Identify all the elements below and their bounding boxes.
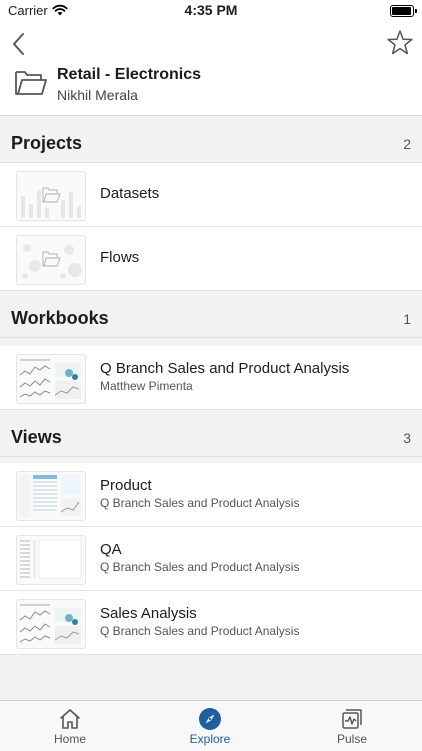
list-item-view-sales-analysis[interactable]: Sales Analysis Q Branch Sales and Produc… [0,591,422,655]
status-bar: Carrier 4:35 PM [0,0,422,24]
project-header: Retail - Electronics Nikhil Merala [0,62,422,114]
list-item-title: QA [100,541,122,558]
dashboard-preview [19,604,81,644]
tab-home[interactable]: Home [0,701,140,751]
list-item-subtitle: Q Branch Sales and Product Analysis [100,624,300,638]
tab-label: Pulse [336,732,368,746]
list-item-workbook[interactable]: Q Branch Sales and Product Analysis Matt… [0,346,422,410]
tab-label: Explore [189,732,231,746]
nav-bar [0,26,422,62]
list-item-title: Q Branch Sales and Product Analysis [100,360,350,377]
favorite-star-icon[interactable] [386,28,414,58]
table-preview [19,475,81,517]
list-item-title: Sales Analysis [100,605,197,622]
battery-nub [415,9,417,13]
view-thumbnail [16,599,86,649]
back-chevron-icon[interactable] [8,30,32,58]
tab-label: Home [53,732,86,746]
projects-section-header: Projects 2 [0,116,422,163]
tab-bar: Home Explore Pulse [0,700,422,751]
battery-fill [392,7,411,15]
list-item-datasets[interactable]: Datasets [0,163,422,227]
explore-compass-icon [199,708,221,730]
tab-pulse[interactable]: Pulse [282,701,422,751]
list-item-subtitle: Q Branch Sales and Product Analysis [100,560,300,574]
tab-explore[interactable]: Explore [140,701,280,751]
project-owner: Nikhil Merala [57,87,138,103]
section-count: 1 [403,311,411,327]
workbooks-section-header: Workbooks 1 [0,291,422,338]
section-count: 3 [403,430,411,446]
list-item-flows[interactable]: Flows [0,227,422,291]
list-item-view-qa[interactable]: QA Q Branch Sales and Product Analysis [0,527,422,591]
project-thumbnail [16,171,86,221]
clock: 4:35 PM [184,2,238,18]
section-title: Views [11,427,62,447]
list-item-title: Flows [100,249,140,266]
list-item-subtitle: Q Branch Sales and Product Analysis [100,496,300,510]
section-title: Workbooks [11,308,109,328]
views-section-header: Views 3 [0,410,422,457]
bubble-chart-placeholder-icon [22,244,82,279]
section-count: 2 [403,136,411,152]
workbook-thumbnail [16,354,86,404]
list-item-title: Product [100,477,152,494]
dashboard-preview [19,359,81,399]
project-thumbnail [16,235,86,285]
list-item-subtitle: Matthew Pimenta [100,379,193,393]
table-preview [20,539,82,579]
content-list[interactable]: Projects 2 Datasets Flows Workbooks 1 Q … [0,115,422,701]
folder-icon [15,71,47,95]
view-thumbnail [16,471,86,521]
pulse-icon [342,709,362,729]
view-thumbnail [16,535,86,585]
section-title: Projects [11,133,83,153]
home-icon [60,709,80,729]
page-title: Retail - Electronics [57,66,202,83]
battery-icon [390,5,417,17]
list-item-title: Datasets [100,185,160,202]
list-item-view-product[interactable]: Product Q Branch Sales and Product Analy… [0,463,422,527]
bar-chart-placeholder-icon [21,187,81,218]
